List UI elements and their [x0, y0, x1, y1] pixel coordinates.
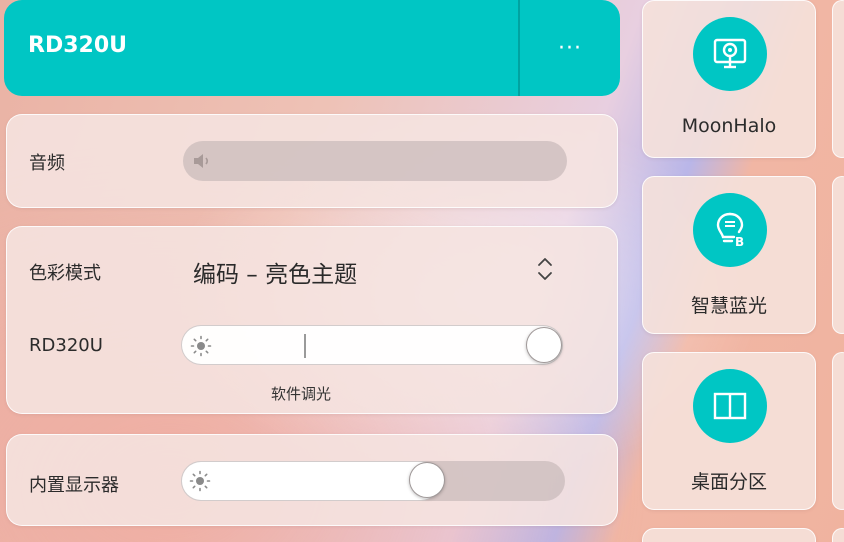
audio-volume-slider[interactable] [183, 141, 567, 181]
color-mode-select[interactable]: 编码 – 亮色主题 [193, 253, 563, 289]
internal-brightness-thumb[interactable] [409, 462, 445, 498]
device-title: RD320U [28, 33, 127, 58]
slider-tick-mark [304, 334, 306, 358]
moonhalo-icon [693, 17, 767, 91]
audio-label: 音频 [29, 153, 65, 174]
display-settings-card: 色彩模式 编码 – 亮色主题 RD320U 软件调光 [6, 226, 618, 414]
external-brightness-thumb[interactable] [526, 327, 562, 363]
tile-partial-right [832, 0, 844, 158]
svg-text:B: B [735, 235, 744, 249]
tile-partial-right [832, 176, 844, 334]
external-brightness-slider[interactable] [181, 325, 563, 365]
more-options-button[interactable]: ··· [520, 0, 620, 96]
chevron-updown-icon [538, 258, 552, 280]
color-mode-value: 编码 – 亮色主题 [193, 262, 358, 288]
external-display-label: RD320U [29, 335, 103, 356]
tile-next-partial[interactable] [642, 528, 816, 542]
tile-desktop-partition-label: 桌面分区 [690, 471, 767, 493]
sun-icon [190, 335, 212, 357]
software-dimming-caption: 软件调光 [271, 385, 332, 403]
speaker-icon [194, 154, 209, 168]
internal-display-card: 内置显示器 [6, 434, 618, 526]
smart-bluelight-icon: B [693, 193, 767, 267]
internal-display-label: 内置显示器 [29, 475, 119, 496]
header-bar: RD320U ··· [4, 0, 620, 96]
tile-smart-bluelight-label: 智慧蓝光 [690, 295, 767, 317]
audio-card: 音频 [6, 114, 618, 208]
color-mode-label: 色彩模式 [29, 263, 101, 284]
internal-brightness-slider[interactable] [181, 461, 565, 501]
sun-icon [189, 470, 211, 492]
desktop-partition-icon [693, 369, 767, 443]
tile-partial-right [832, 352, 844, 510]
tile-moonhalo-label: MoonHalo [681, 115, 777, 137]
internal-brightness-fill [181, 461, 441, 501]
tile-moonhalo[interactable]: MoonHalo [642, 0, 816, 158]
tile-partial-right [832, 528, 844, 542]
tile-desktop-partition[interactable]: 桌面分区 [642, 352, 816, 510]
tile-smart-bluelight[interactable]: B 智慧蓝光 [642, 176, 816, 334]
